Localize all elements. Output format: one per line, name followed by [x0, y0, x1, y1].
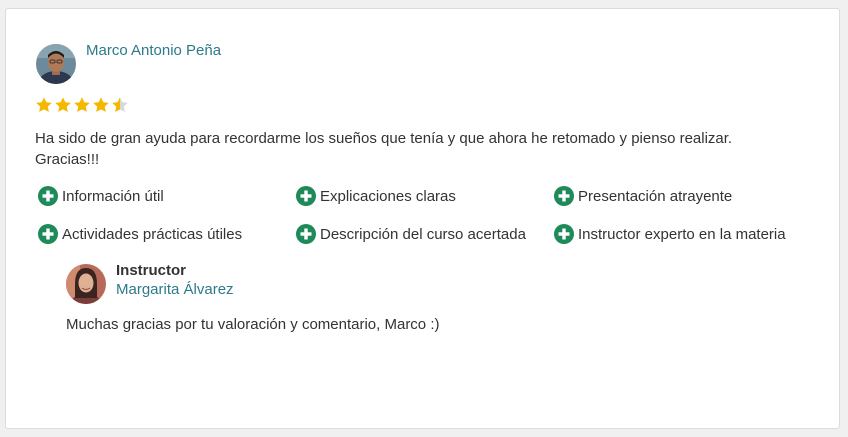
tag-item: Presentación atrayente	[554, 186, 732, 206]
tag-label: Explicaciones claras	[320, 187, 456, 205]
tag-label: Información útil	[62, 187, 164, 205]
plus-circle-icon	[296, 224, 316, 244]
tag-label: Descripción del curso acertada	[320, 225, 526, 243]
tag-label: Presentación atrayente	[578, 187, 733, 205]
tag-item: Explicaciones claras	[296, 186, 456, 206]
tag-item: Descripción del curso acertada	[296, 224, 526, 244]
reply-role: Instructor	[116, 262, 187, 279]
plus-circle-icon	[554, 186, 574, 206]
plus-circle-icon	[296, 186, 316, 206]
reviewer-avatar	[36, 44, 76, 84]
star-half-icon	[112, 97, 128, 112]
star-full-icon	[93, 97, 109, 112]
tag-item: Instructor experto en la materia	[554, 224, 786, 244]
plus-circle-icon	[554, 224, 574, 244]
star-full-icon	[74, 97, 90, 112]
tag-item: Actividades prácticas útiles	[38, 224, 242, 244]
instructor-name[interactable]: Margarita Álvarez	[116, 281, 234, 298]
tag-label: Actividades prácticas útiles	[62, 225, 243, 243]
star-rating	[35, 96, 129, 114]
review-comment: Ha sido de gran ayuda para recordarme lo…	[35, 130, 733, 168]
tag-item: Información útil	[38, 186, 164, 206]
tag-label: Instructor experto en la materia	[578, 225, 786, 243]
instructor-avatar	[66, 264, 106, 304]
reviewer-name[interactable]: Marco Antonio Peña	[86, 42, 221, 59]
star-full-icon	[36, 97, 52, 112]
star-full-icon	[55, 97, 71, 112]
review-card: Marco Antonio Peña Ha sido de gran ayuda…	[5, 8, 840, 429]
reply-text: Muchas gracias por tu valoración y comen…	[66, 316, 440, 333]
plus-circle-icon	[38, 186, 58, 206]
plus-circle-icon	[38, 224, 58, 244]
